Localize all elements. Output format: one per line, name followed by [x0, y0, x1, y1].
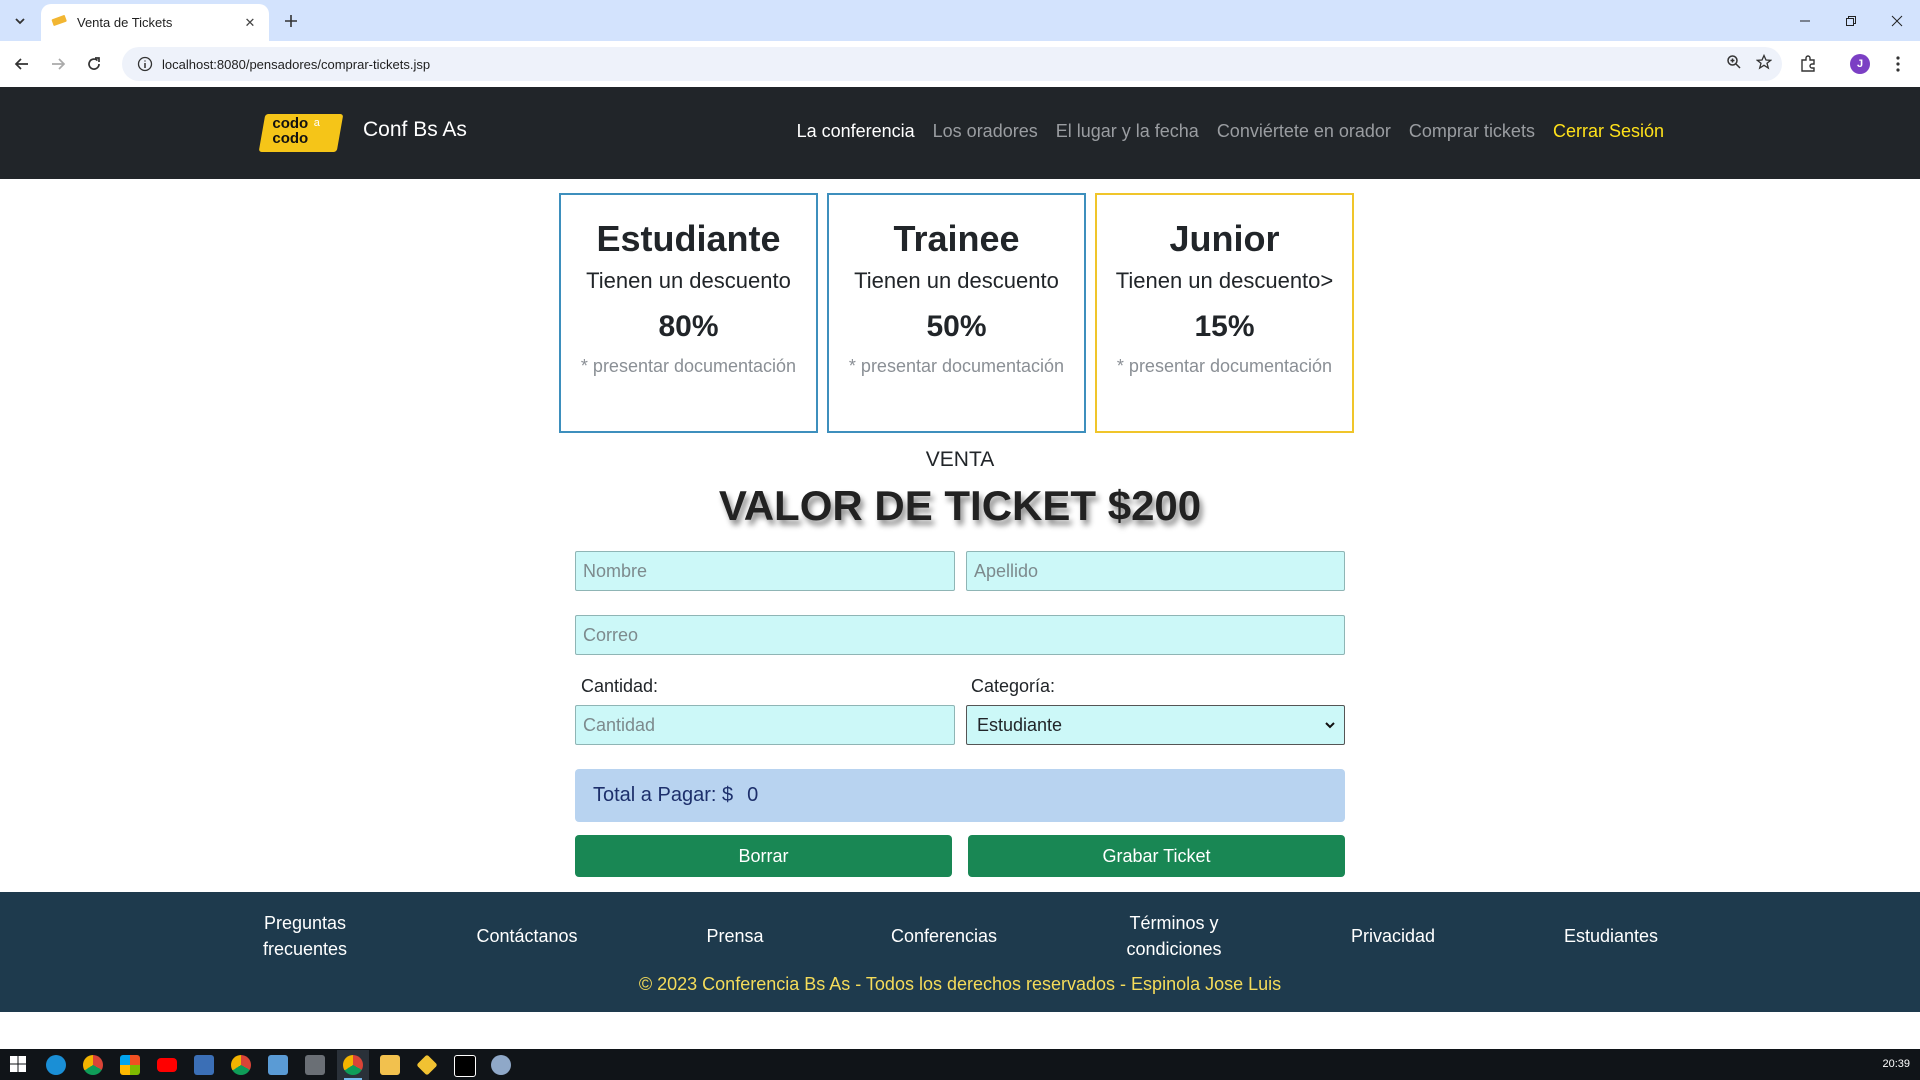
file-explorer-icon[interactable] [380, 1055, 400, 1075]
chrome-icon[interactable] [83, 1055, 103, 1075]
logo-accent: a [313, 117, 320, 129]
total-label: Total a Pagar: $ [593, 784, 734, 806]
discount-card-junior: Junior Tienen un descuento> 15% * presen… [1095, 193, 1354, 433]
card-note: * presentar documentación [1116, 356, 1333, 376]
footer-link-estudiantes[interactable]: Estudiantes [1564, 923, 1658, 949]
chevron-down-icon [1324, 715, 1336, 736]
apps-icon[interactable] [120, 1055, 140, 1075]
url-text[interactable]: localhost:8080/pensadores/comprar-ticket… [162, 57, 1726, 72]
total-a-pagar: Total a Pagar: $ 0 [575, 769, 1345, 822]
browser-tab-strip: Venta de Tickets ✕ [0, 0, 1920, 41]
card-note: * presentar documentación [848, 356, 1065, 376]
ticket-favicon-icon [51, 12, 67, 33]
site-footer: Preguntas frecuentes Contáctanos Prensa … [0, 892, 1920, 1012]
nav-los-oradores[interactable]: Los oradores [933, 121, 1038, 142]
grabar-ticket-button[interactable]: Grabar Ticket [968, 835, 1345, 877]
tab-close-icon[interactable]: ✕ [241, 14, 259, 32]
windows-start-icon[interactable] [9, 1055, 29, 1075]
main-nav: La conferencia Los oradores El lugar y l… [797, 121, 1664, 142]
intellij-icon[interactable] [454, 1055, 476, 1077]
forward-arrow-icon[interactable] [44, 50, 72, 78]
card-note: * presentar documentación [580, 356, 797, 376]
copyright-text: © 2023 Conferencia Bs As - Todos los der… [638, 974, 1282, 994]
browser-tab-active[interactable]: Venta de Tickets ✕ [41, 4, 269, 41]
restore-icon[interactable] [1828, 0, 1874, 41]
reload-icon[interactable] [80, 50, 108, 78]
brand-title[interactable]: Conf Bs As [363, 118, 467, 142]
extensions-puzzle-icon[interactable] [1794, 50, 1822, 78]
cantidad-input[interactable] [575, 705, 955, 745]
logo-line-2: codo [272, 130, 309, 147]
nav-comprar-tickets[interactable]: Comprar tickets [1409, 121, 1535, 142]
window-controls [1782, 0, 1920, 41]
tab-search-chevron-icon[interactable] [8, 9, 32, 33]
tab-title: Venta de Tickets [77, 15, 173, 30]
back-arrow-icon[interactable] [8, 50, 36, 78]
nav-la-conferencia[interactable]: La conferencia [797, 121, 915, 142]
nombre-input[interactable] [575, 551, 955, 591]
vscode-icon[interactable] [194, 1055, 214, 1075]
footer-link-line: Preguntas [263, 913, 347, 933]
apellido-input[interactable] [966, 551, 1345, 591]
ticket-value-heading: VALOR DE TICKET $200 [718, 482, 1202, 529]
site-info-icon[interactable] [128, 56, 162, 72]
card-title: Junior [1169, 218, 1280, 259]
youtube-icon[interactable] [157, 1058, 177, 1072]
card-percent: 50% [926, 310, 987, 343]
bookmark-star-icon[interactable] [1755, 53, 1773, 75]
site-navbar: codo codo a Conf Bs As La conferencia Lo… [0, 87, 1920, 179]
footer-link-line: Términos y [1129, 913, 1219, 933]
card-title: Estudiante [596, 218, 781, 259]
address-bar[interactable]: localhost:8080/pensadores/comprar-ticket… [122, 47, 1782, 81]
footer-link-prensa[interactable]: Prensa [706, 923, 763, 949]
cantidad-label: Cantidad: [581, 676, 659, 696]
categoria-selected-value: Estudiante [977, 714, 1063, 735]
footer-link-line: frecuentes [262, 939, 348, 959]
card-percent: 80% [658, 310, 719, 343]
calculator-icon[interactable] [305, 1055, 325, 1075]
new-tab-plus-icon[interactable] [278, 8, 304, 34]
chrome-icon[interactable] [343, 1055, 363, 1075]
logo-text: codo codo [272, 115, 309, 147]
browser-menu-icon[interactable] [1884, 50, 1912, 78]
git-icon[interactable] [416, 1054, 438, 1076]
browser-toolbar: localhost:8080/pensadores/comprar-ticket… [0, 41, 1920, 88]
borrar-button[interactable]: Borrar [575, 835, 952, 877]
edge-icon[interactable] [46, 1055, 66, 1075]
card-percent: 15% [1194, 310, 1255, 343]
card-subtitle: Tienen un descuento> [1115, 268, 1334, 293]
close-window-icon[interactable] [1874, 0, 1920, 41]
nav-cerrar-sesion[interactable]: Cerrar Sesión [1553, 121, 1664, 142]
logo-line-1: codo [272, 115, 309, 132]
rdp-icon[interactable] [268, 1055, 288, 1075]
nav-el-lugar-y-la-fecha[interactable]: El lugar y la fecha [1056, 121, 1199, 142]
nav-conviertete-en-orador[interactable]: Conviértete en orador [1217, 121, 1391, 142]
categoria-label: Categoría: [971, 676, 1056, 696]
footer-link-terminos[interactable]: Términos y condiciones [1126, 910, 1221, 962]
footer-link-conferencias[interactable]: Conferencias [891, 923, 997, 949]
minimize-icon[interactable] [1782, 0, 1828, 41]
profile-initial: J [1850, 54, 1870, 74]
discount-card-estudiante: Estudiante Tienen un descuento 80% * pre… [559, 193, 818, 433]
zoom-icon[interactable] [1726, 54, 1742, 75]
chrome-icon[interactable] [231, 1055, 251, 1075]
footer-link-privacidad[interactable]: Privacidad [1351, 923, 1435, 949]
card-subtitle: Tienen un descuento [586, 268, 791, 293]
footer-link-line: condiciones [1126, 939, 1222, 959]
correo-input[interactable] [575, 615, 1345, 655]
profile-avatar[interactable]: J [1846, 50, 1874, 78]
card-title: Trainee [893, 218, 1020, 259]
taskbar-clock: 20:39 [1882, 1058, 1910, 1070]
codo-a-codo-logo[interactable]: codo codo a [258, 114, 344, 152]
categoria-select[interactable]: Estudiante [966, 705, 1345, 745]
total-amount: 0 [747, 784, 759, 806]
windows-taskbar: 20:39 [0, 1049, 1920, 1080]
discount-card-trainee: Trainee Tienen un descuento 50% * presen… [827, 193, 1086, 433]
venta-label: VENTA [925, 448, 995, 471]
app-icon[interactable] [491, 1055, 511, 1075]
card-subtitle: Tienen un descuento [854, 268, 1059, 293]
footer-link-preguntas-frecuentes[interactable]: Preguntas frecuentes [263, 910, 347, 962]
footer-link-contactanos[interactable]: Contáctanos [476, 923, 577, 949]
